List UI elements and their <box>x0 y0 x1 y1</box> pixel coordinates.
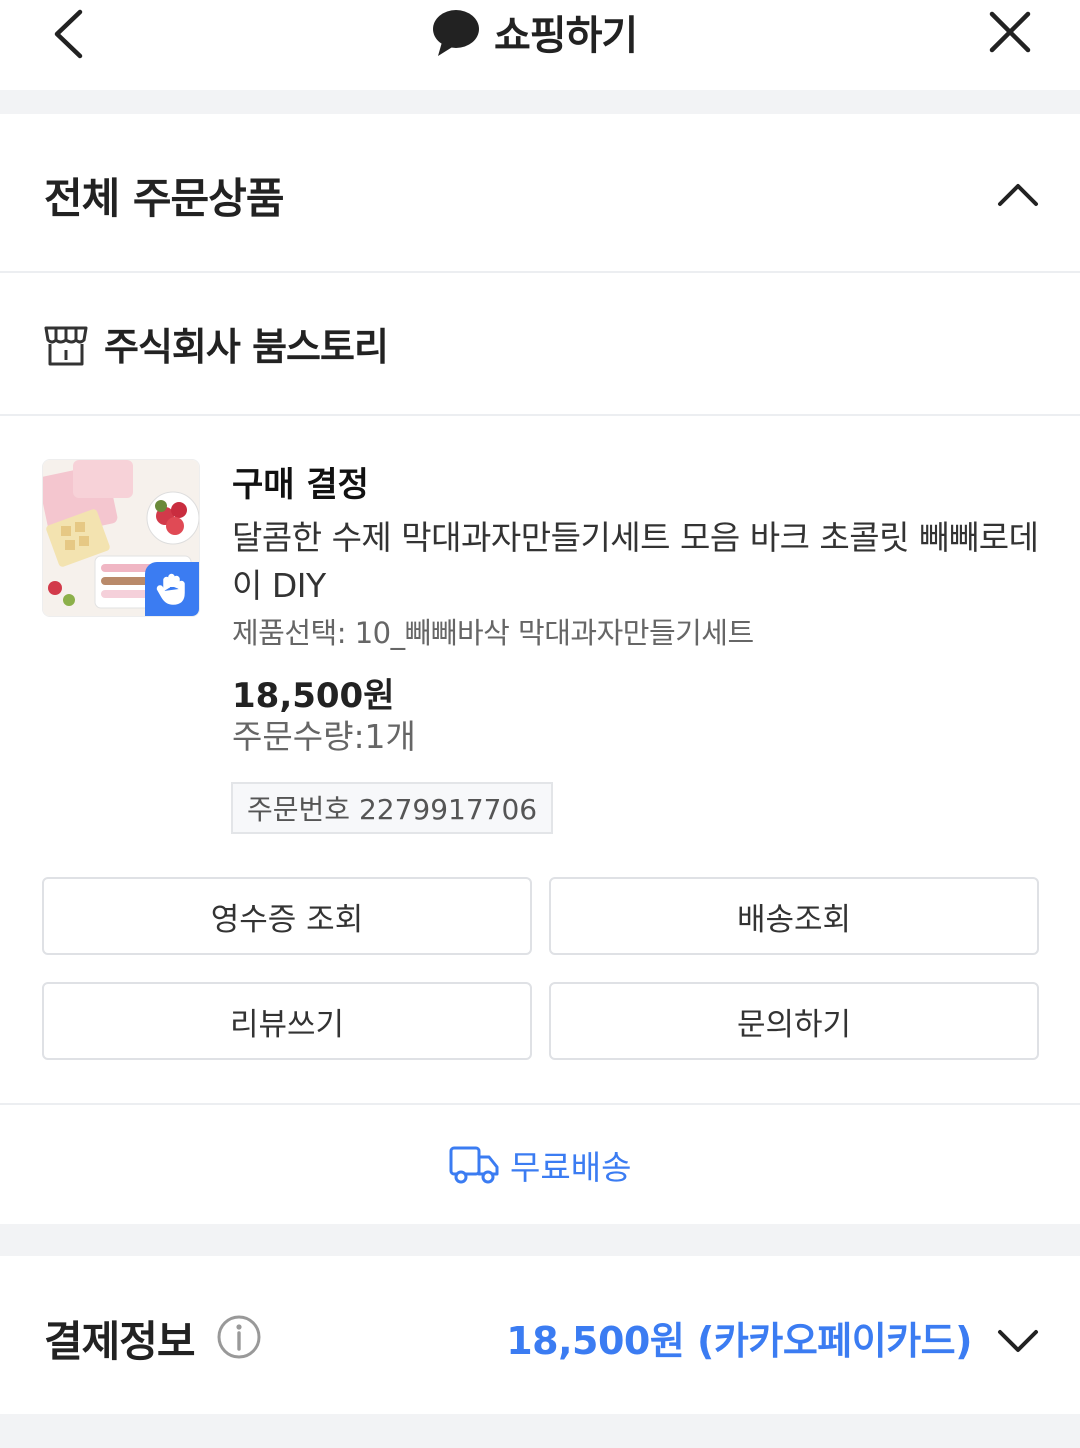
header-title: 쇼핑하기 <box>430 2 638 62</box>
order-number-badge: 주문번호 2279917706 <box>231 782 554 834</box>
close-icon <box>989 11 1031 53</box>
payment-title: 결제정보 <box>44 1317 196 1366</box>
shipping-label: 무료배송 <box>510 1148 632 1187</box>
chevron-up-icon <box>998 184 1038 206</box>
order-items-title: 전체 주문상품 <box>44 174 284 223</box>
chevron-left-icon <box>54 9 83 59</box>
product-name[interactable]: 달콤한 수제 막대과자만들기세트 모음 바크 초콜릿 빼빼로데이 DIY <box>232 514 1052 610</box>
order-status: 구매 결정 <box>232 465 369 505</box>
bottom-spacer <box>0 1414 1080 1448</box>
section-spacer <box>0 1224 1080 1256</box>
collapse-button[interactable] <box>990 166 1046 222</box>
back-button[interactable] <box>40 4 100 64</box>
divider <box>0 414 1080 416</box>
write-review-button[interactable]: 리뷰쓰기 <box>42 982 532 1060</box>
order-quantity: 주문수량:1개 <box>232 717 416 756</box>
receipt-button[interactable]: 영수증 조회 <box>42 877 532 955</box>
section-spacer <box>0 90 1080 114</box>
hand-wave-icon <box>156 573 185 605</box>
store-name: 주식회사 붐스토리 <box>104 325 389 369</box>
info-icon <box>217 1315 261 1359</box>
store-row[interactable]: 주식회사 붐스토리 <box>42 316 389 371</box>
product-thumbnail[interactable] <box>42 459 200 617</box>
order-detail-page: 쇼핑하기 전체 주문상품 주식회사 붐스토리 구매 결정 달콤한 수제 막대과자… <box>0 0 1080 1448</box>
delivery-tracking-button[interactable]: 배송조회 <box>549 877 1039 955</box>
divider <box>0 1103 1080 1105</box>
close-button[interactable] <box>978 4 1042 64</box>
delivery-truck-icon <box>449 1146 499 1184</box>
shipping-info: 무료배송 <box>448 1140 631 1190</box>
divider <box>0 271 1080 273</box>
speech-bubble-icon <box>433 10 479 56</box>
store-icon <box>44 326 88 365</box>
payment-amount: 18,500원 (카카오페이카드) <box>506 1319 972 1363</box>
top-bar: 쇼핑하기 <box>0 0 1080 90</box>
page-title: 쇼핑하기 <box>494 13 638 59</box>
thumbnail-badge <box>145 562 199 616</box>
expand-button[interactable] <box>990 1312 1046 1368</box>
inquiry-button[interactable]: 문의하기 <box>549 982 1039 1060</box>
chevron-down-icon <box>998 1330 1038 1352</box>
info-button[interactable] <box>216 1314 262 1360</box>
product-option: 제품선택: 10_빼빼바삭 막대과자만들기세트 <box>232 616 754 650</box>
